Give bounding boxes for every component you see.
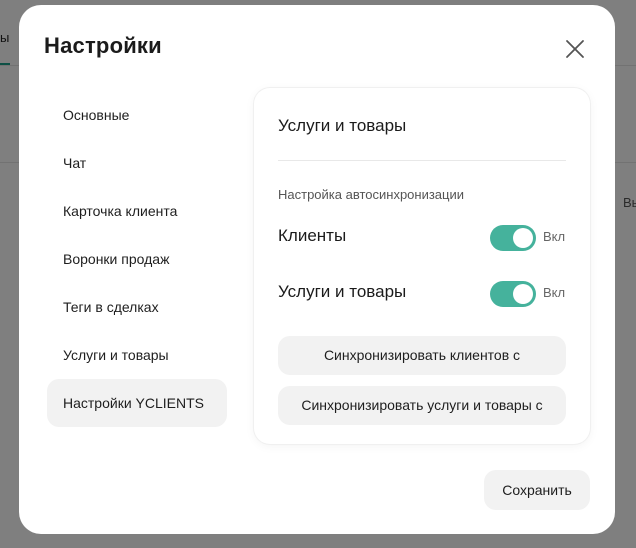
toggle-row-clients: Клиенты Вкл xyxy=(278,224,568,251)
toggle-knob xyxy=(513,228,533,248)
sync-services-button[interactable]: Синхронизировать услуги и товары с xyxy=(278,386,566,425)
toggle-row-services: Услуги и товары Вкл xyxy=(278,280,568,307)
services-sync-toggle[interactable] xyxy=(490,281,536,307)
sidebar-item-chat[interactable]: Чат xyxy=(47,139,227,187)
save-button[interactable]: Сохранить xyxy=(484,470,590,510)
toggle-label-clients: Клиенты xyxy=(278,226,347,245)
close-icon xyxy=(566,40,584,58)
toggle-knob xyxy=(513,284,533,304)
panel-title: Услуги и товары xyxy=(278,116,407,135)
clients-sync-toggle[interactable] xyxy=(490,225,536,251)
panel-divider xyxy=(278,160,566,161)
settings-panel: Услуги и товары Настройка автосинхрониза… xyxy=(254,88,590,444)
toggle-label-services: Услуги и товары xyxy=(278,282,407,301)
toggle-state-clients: Вкл xyxy=(543,229,566,244)
sync-clients-button[interactable]: Синхронизировать клиентов с xyxy=(278,336,566,375)
sidebar-item-general[interactable]: Основные xyxy=(47,91,227,139)
settings-sidebar: Основные Чат Карточка клиента Воронки пр… xyxy=(47,91,227,427)
sidebar-item-deal-tags[interactable]: Теги в сделках xyxy=(47,283,227,331)
sidebar-item-yclients-settings[interactable]: Настройки YCLIENTS xyxy=(47,379,227,427)
sidebar-item-client-card[interactable]: Карточка клиента xyxy=(47,187,227,235)
sidebar-item-sales-funnels[interactable]: Воронки продаж xyxy=(47,235,227,283)
settings-modal: Настройки Основные Чат Карточка клиента … xyxy=(19,5,615,534)
toggle-state-services: Вкл xyxy=(543,285,566,300)
close-button[interactable] xyxy=(564,38,586,60)
modal-title: Настройки xyxy=(44,33,162,58)
autosync-subtitle: Настройка автосинхронизации xyxy=(278,187,464,202)
sidebar-item-services-goods[interactable]: Услуги и товары xyxy=(47,331,227,379)
